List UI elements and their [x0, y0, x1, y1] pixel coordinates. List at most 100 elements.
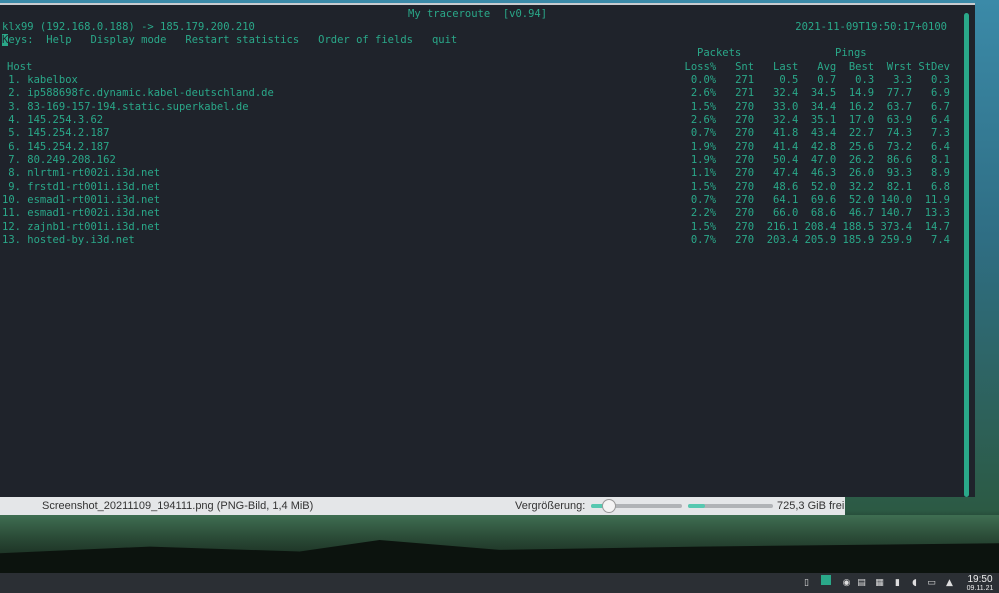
cell-stdev: 6.9: [931, 87, 950, 100]
key-order-of-fields[interactable]: Order of fields: [318, 34, 413, 46]
hop-number: 7.: [8, 153, 21, 166]
cell-stdev: 11.9: [924, 193, 950, 206]
hop-host: 145.254.3.62: [27, 113, 104, 126]
column-header-row: Host Loss% Snt Last Avg Best Wrst StDev: [0, 61, 960, 74]
hop-host: kabelbox: [27, 74, 78, 86]
hop-host: nlrtm1-rt002i.i3d.net: [27, 167, 161, 180]
cell-stdev: 7.3: [931, 127, 950, 140]
hop-host: esmad1-rt001i.i3d.net: [27, 193, 161, 206]
table-row: 8. nlrtm1-rt002i.i3d.net 1.1% 270 47.4 46.3 26…: [0, 167, 960, 180]
table-row: 6. 145.254.2.187 1.9% 270 41.4 42.8 25.6 73.2 6.…: [0, 141, 960, 154]
disk-usage-bar: [688, 504, 773, 508]
hop-number: 10.: [2, 193, 21, 206]
pings-header: Pings: [835, 47, 867, 59]
terminal-window[interactable]: My traceroute [v0.94] klx99 (192.168.0.1…: [0, 3, 975, 497]
key-help[interactable]: Help: [46, 34, 71, 46]
cell-stdev: 6.4: [931, 140, 950, 153]
table-row: 4. 145.254.3.62 2.6% 270 32.4 35.1 17.0 63.9 6.4: [0, 114, 960, 127]
hop-number: 13.: [2, 233, 21, 246]
hop-host: 145.254.2.187: [27, 127, 110, 140]
cell-snt: 271: [735, 74, 755, 86]
free-space: 725,3 GiB frei: [777, 500, 845, 512]
mtr-title: My traceroute [v0.94]: [408, 8, 548, 20]
network-icon[interactable]: ▭: [927, 578, 936, 588]
column-snt: Snt: [735, 61, 755, 73]
table-row: 3. 83-169-157-194.static.superkabel.de 1.5…: [0, 101, 960, 114]
cell-snt: 270: [735, 207, 755, 220]
keyboard-icon[interactable]: ▦: [875, 578, 884, 588]
packets-header: Packets: [697, 47, 742, 59]
hop-host: frstd1-rt001i.i3d.net: [27, 180, 161, 193]
column-stdev: StDev: [918, 61, 950, 73]
show-desktop-icon[interactable]: ▯: [802, 578, 811, 588]
file-status-bar: Screenshot_20211109_194111.png (PNG-Bild…: [0, 497, 845, 515]
cell-snt: 270: [735, 167, 755, 180]
table-row: 1. kabelbox 0.0% 271 0.5 0.7 0.3 3.3 0.3: [0, 74, 960, 87]
table-row: 5. 145.254.2.187 0.7% 270 41.8 43.4 22.7 74.3 7.…: [0, 127, 960, 140]
zoom-slider-handle[interactable]: [602, 499, 617, 513]
cell-snt: 270: [735, 100, 755, 113]
key-quit[interactable]: quit: [432, 34, 457, 46]
table-row: 10. esmad1-rt001i.i3d.net 0.7% 270 64.1 69.6 5…: [0, 194, 960, 207]
hop-number: 6.: [8, 140, 21, 153]
clock-date: 09.11.21: [966, 585, 994, 592]
zoom-slider[interactable]: [591, 499, 682, 513]
hop-host: esmad1-rt002i.i3d.net: [27, 207, 161, 220]
cell-stdev: 6.7: [931, 100, 950, 113]
hop-host: hosted-by.i3d.net: [27, 233, 135, 246]
keys-label: eys:: [8, 34, 34, 46]
hop-number: 9.: [8, 180, 21, 193]
cell-snt: 270: [735, 113, 755, 126]
volume-icon[interactable]: ◖: [910, 578, 919, 588]
cell-stdev: 6.4: [931, 113, 950, 126]
disk-usage-fill: [688, 504, 705, 508]
clock[interactable]: 19:50 09.11.21: [963, 574, 997, 593]
cell-stdev: 7.4: [931, 233, 950, 246]
hop-host: ip588698fc.dynamic.kabel-deutschland.de: [27, 87, 274, 100]
cell-snt: 271: [735, 87, 755, 100]
key-restart-statistics[interactable]: Restart statistics: [185, 34, 299, 46]
pager-icon[interactable]: [821, 575, 831, 585]
file-info: Screenshot_20211109_194111.png (PNG-Bild…: [42, 500, 314, 512]
table-row: 7. 80.249.208.162 1.9% 270 50.4 47.0 26.2 86.6 8…: [0, 154, 960, 167]
hop-number: 11.: [2, 207, 21, 220]
cell-snt: 270: [735, 193, 755, 206]
clipboard-icon[interactable]: ▮: [893, 578, 902, 588]
tray-expand-icon[interactable]: ▲: [945, 578, 954, 588]
hop-host: zajnb1-rt001i.i3d.net: [27, 220, 161, 233]
hop-number: 4.: [8, 113, 21, 126]
cell-stdev: 6.8: [931, 180, 950, 193]
clock-time: 19:50: [967, 574, 993, 585]
hop-number: 2.: [8, 87, 21, 100]
cell-snt: 270: [735, 127, 755, 140]
hop-number: 12.: [2, 220, 21, 233]
cell-snt: 270: [735, 140, 755, 153]
hop-host: 145.254.2.187: [27, 140, 110, 153]
timestamp: 2021-11-09T19:50:17+0100: [795, 21, 947, 33]
table-row: 12. zajnb1-rt001i.i3d.net 1.5% 270 216.1 208.…: [0, 221, 960, 234]
key-display-mode[interactable]: Display mode: [91, 34, 167, 46]
cell-stdev: 8.1: [931, 153, 950, 166]
column-host: Host: [7, 61, 33, 73]
table-row: 13. hosted-by.i3d.net 0.7% 270 203.4 205.9 185…: [0, 234, 960, 247]
hop-number: 5.: [8, 127, 21, 140]
hop-number: 3.: [8, 100, 21, 113]
zoom-label: Vergrößerung:: [515, 500, 586, 512]
keys-bar: Keys: Help Display mode Restart statisti…: [2, 34, 457, 47]
cell-snt: 270: [735, 180, 755, 193]
table-row: 9. frstd1-rt001i.i3d.net 1.5% 270 48.6 52.0 32…: [0, 181, 960, 194]
cell-snt: 270: [735, 153, 755, 166]
terminal-icon[interactable]: ▤: [857, 578, 866, 588]
hop-number: 8.: [8, 167, 21, 180]
table-row: 2. ip588698fc.dynamic.kabel-deutschland.d…: [0, 87, 960, 100]
cell-snt: 270: [735, 233, 755, 246]
scrollbar[interactable]: [964, 13, 969, 497]
route-info: klx99 (192.168.0.188) -> 185.179.200.210: [2, 21, 255, 33]
hop-number: 1.: [8, 74, 21, 86]
cell-stdev: 8.9: [931, 167, 950, 180]
cell-stdev: 0.3: [931, 74, 950, 86]
cell-snt: 270: [735, 220, 755, 233]
cell-stdev: 13.3: [924, 207, 950, 220]
table-row: 11. esmad1-rt002i.i3d.net 2.2% 270 66.0 68.6 4…: [0, 207, 960, 220]
updates-icon[interactable]: ◉: [842, 578, 851, 588]
